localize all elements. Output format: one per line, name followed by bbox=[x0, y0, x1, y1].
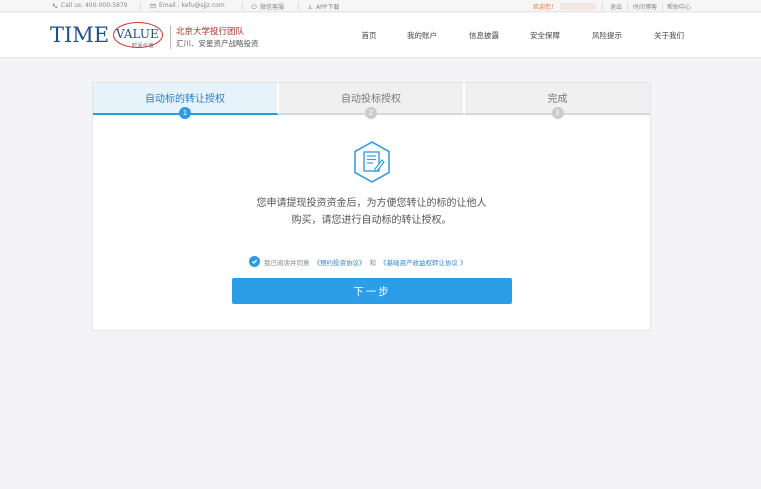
wechat-service-label: 微信客服 bbox=[260, 4, 285, 11]
phone-text: Call us: 400-000-5879 bbox=[61, 2, 128, 9]
nav-risk-notice-label: 风险提示 bbox=[592, 31, 622, 40]
site-header: TIME VALUE 时间价值 北京大学投行团队 汇川、安星资产战略投资 首页 … bbox=[0, 13, 761, 58]
nav-my-account-label: 我的账户 bbox=[407, 31, 437, 40]
logout-label: 退出 bbox=[610, 4, 623, 11]
step-3-label: 完成 bbox=[547, 94, 568, 105]
description-line-2: 购买，请您进行自动标的转让授权。 bbox=[291, 215, 452, 226]
step-2-number: 2 bbox=[365, 107, 377, 119]
step-2-label: 自动投标授权 bbox=[341, 94, 401, 105]
step-2-tab: 自动投标授权 2 bbox=[279, 83, 465, 119]
top-utility-bar: Call us: 400-000-5879 Email : kefu@sjjz.… bbox=[0, 0, 761, 12]
nav-about-us[interactable]: 关于我们 bbox=[646, 13, 692, 58]
welcome-user: 欢迎您！ bbox=[533, 2, 597, 11]
phone-icon bbox=[52, 3, 58, 8]
agreement-checkbox[interactable] bbox=[249, 256, 260, 267]
nav-info-disclosure-label: 信息披露 bbox=[469, 31, 499, 40]
logo-chinese: 时间价值 bbox=[132, 43, 155, 49]
app-download-link[interactable]: APP下载 bbox=[307, 2, 339, 11]
agreement-prefix: 我已阅读并同意 bbox=[264, 258, 310, 267]
slogan-line-2: 汇川、安星资产战略投资 bbox=[176, 39, 259, 48]
authorization-card: 自动标的转让授权 1 自动投标授权 2 完成 3 您申请提现投资资金后，为方便您… bbox=[92, 82, 651, 331]
logo-divider bbox=[170, 25, 171, 49]
email-text: Email : kefu@sjjz.com bbox=[159, 2, 225, 9]
asset-transfer-agreement-link[interactable]: 《基础资产收益权转让协议 》 bbox=[380, 257, 467, 267]
investment-agreement-link[interactable]: 《预约投资协议》 bbox=[314, 257, 366, 267]
next-step-button[interactable]: 下一步 bbox=[232, 278, 512, 304]
agreement-row: 我已阅读并同意 《预约投资协议》 和 《基础资产收益权转让协议 》 bbox=[249, 256, 467, 267]
email-contact: Email : kefu@sjjz.com bbox=[150, 2, 225, 9]
time-blog-label: 时间博客 bbox=[633, 4, 658, 11]
nav-security[interactable]: 安全保障 bbox=[522, 13, 568, 58]
description-line-1: 您申请提现投资资金后，为方便您转让的标的让他人 bbox=[256, 198, 487, 209]
logo[interactable]: TIME VALUE 时间价值 bbox=[50, 22, 165, 52]
wechat-service-link[interactable]: 微信客服 bbox=[251, 2, 284, 11]
welcome-text: 欢迎您！ bbox=[533, 4, 558, 11]
username-redacted bbox=[560, 3, 597, 10]
nav-home-label: 首页 bbox=[361, 31, 377, 40]
logout-link[interactable]: 退出 bbox=[610, 2, 622, 11]
step-tabs: 自动标的转让授权 1 自动投标授权 2 完成 3 bbox=[93, 83, 650, 119]
logo-time: TIME bbox=[50, 23, 110, 47]
nav-security-label: 安全保障 bbox=[530, 31, 560, 40]
logo-value: VALUE bbox=[116, 27, 159, 41]
nav-risk-notice[interactable]: 风险提示 bbox=[584, 13, 630, 58]
nav-home[interactable]: 首页 bbox=[352, 13, 386, 58]
download-icon bbox=[307, 4, 313, 9]
help-center-label: 帮助中心 bbox=[667, 4, 692, 11]
slogan-line-1: 北京大学投行团队 bbox=[176, 27, 245, 37]
time-blog-link[interactable]: 时间博客 bbox=[633, 2, 657, 11]
help-center-link[interactable]: 帮助中心 bbox=[667, 2, 691, 11]
nav-about-us-label: 关于我们 bbox=[654, 31, 684, 40]
step-1-label: 自动标的转让授权 bbox=[145, 94, 225, 105]
step-3-tab: 完成 3 bbox=[465, 83, 650, 119]
mail-icon bbox=[150, 3, 156, 8]
checkmark-icon bbox=[251, 259, 258, 264]
document-sign-icon bbox=[354, 141, 390, 183]
nav-info-disclosure[interactable]: 信息披露 bbox=[461, 13, 507, 58]
step-1-number: 1 bbox=[179, 107, 191, 119]
app-download-label: APP下载 bbox=[316, 4, 340, 11]
chat-bubble-icon bbox=[251, 4, 257, 9]
step-1-tab: 自动标的转让授权 1 bbox=[93, 83, 279, 119]
agreement-and: 和 bbox=[369, 258, 377, 267]
phone-contact: Call us: 400-000-5879 bbox=[52, 2, 127, 9]
nav-my-account[interactable]: 我的账户 bbox=[399, 13, 445, 58]
step-3-number: 3 bbox=[551, 107, 564, 119]
